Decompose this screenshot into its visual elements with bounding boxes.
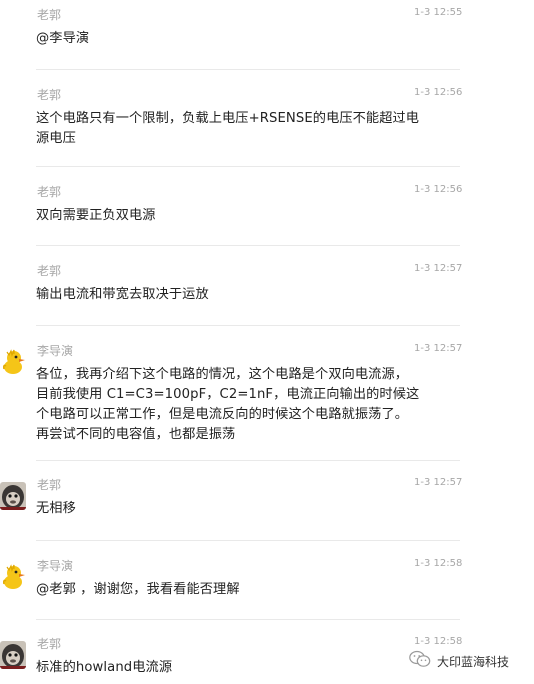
sender-name: 老郭 xyxy=(37,478,62,492)
sender-name: 老郭 xyxy=(37,637,62,651)
message-divider xyxy=(36,540,460,541)
message-line: 各位，我再介绍下这个电路的情况，这个电路是个双向电流源， xyxy=(36,367,409,382)
message-timestamp: 1-3 12:56 xyxy=(414,87,463,98)
sender-name: 老郭 xyxy=(37,185,62,199)
message-line: 标准的howland电流源 xyxy=(36,660,173,675)
message-item: 李导演 1-3 12:57 各位，我再介绍下这个电路的情况，这个电路是个双向电流源，… xyxy=(0,336,534,442)
message-item: 老郭 1-3 12:56 双向需要正负双电源 xyxy=(0,177,534,247)
message-text: 双向需要正负双电源 xyxy=(36,206,431,226)
message-line: 个电路可以正常工作，但是电流反向的时候这个电路就振荡了。 xyxy=(36,407,409,422)
message-divider xyxy=(36,460,460,461)
message-timestamp: 1-3 12:55 xyxy=(414,7,463,18)
sender-name: 老郭 xyxy=(37,264,62,278)
message-divider xyxy=(36,166,460,167)
sender-name: 李导演 xyxy=(37,344,74,358)
message-timestamp: 1-3 12:57 xyxy=(414,343,463,354)
message-line: 输出电流和带宽去取决于运放 xyxy=(36,287,209,302)
message-text: @老郭 ，谢谢您，我看看能否理解 xyxy=(36,580,431,600)
message-text: @李导演 xyxy=(36,29,431,49)
message-text: 无相移 xyxy=(36,499,431,519)
gorilla-avatar[interactable] xyxy=(0,482,26,510)
sender-name: 老郭 xyxy=(37,88,62,102)
message-item: 老郭 1-3 12:57 输出电流和带宽去取决于运放 xyxy=(0,256,534,326)
message-item: 李导演 1-3 12:58 @老郭 ，谢谢您，我看看能否理解 xyxy=(0,551,534,621)
message-item: 老郭 1-3 12:56 这个电路只有一个限制，负载上电压+RSENSE的电压不能超… xyxy=(0,80,534,150)
message-line: 源电压 xyxy=(36,131,76,146)
gorilla-avatar[interactable] xyxy=(0,641,26,669)
message-line: 这个电路只有一个限制，负载上电压+RSENSE的电压不能超过电 xyxy=(36,111,420,126)
message-line: 双向需要正负双电源 xyxy=(36,208,156,223)
duck-avatar[interactable] xyxy=(0,348,26,376)
message-line: 再尝试不同的电容值，也都是振荡 xyxy=(36,427,236,442)
watermark-text: 大印蓝海科技 xyxy=(437,654,510,669)
message-timestamp: 1-3 12:57 xyxy=(414,263,463,274)
message-item: 老郭 1-3 12:57 无相移 xyxy=(0,470,534,540)
message-timestamp: 1-3 12:58 xyxy=(414,558,463,569)
wechat-channel-icon xyxy=(409,650,431,672)
message-line: 目前我使用 C1=C3=100pF，C2=1nF，电流正向输出的时候这 xyxy=(36,387,420,402)
message-timestamp: 1-3 12:58 xyxy=(414,636,463,647)
message-line: @老郭 ，谢谢您，我看看能否理解 xyxy=(36,582,240,597)
message-text: 各位，我再介绍下这个电路的情况，这个电路是个双向电流源， 目前我使用 C1=C3=… xyxy=(36,365,431,445)
message-text: 这个电路只有一个限制，负载上电压+RSENSE的电压不能超过电 源电压 xyxy=(36,109,431,149)
message-text: 输出电流和带宽去取决于运放 xyxy=(36,285,431,305)
message-timestamp: 1-3 12:57 xyxy=(414,477,463,488)
message-timestamp: 1-3 12:56 xyxy=(414,184,463,195)
duck-avatar[interactable] xyxy=(0,563,26,591)
sender-name: 老郭 xyxy=(37,8,62,22)
message-item: 老郭 1-3 12:55 @李导演 xyxy=(0,0,534,70)
sender-name: 李导演 xyxy=(37,559,74,573)
message-line: @李导演 xyxy=(36,31,90,46)
message-line: 无相移 xyxy=(36,501,76,516)
message-text: 标准的howland电流源 xyxy=(36,658,431,678)
watermark: 大印蓝海科技 xyxy=(409,650,509,672)
